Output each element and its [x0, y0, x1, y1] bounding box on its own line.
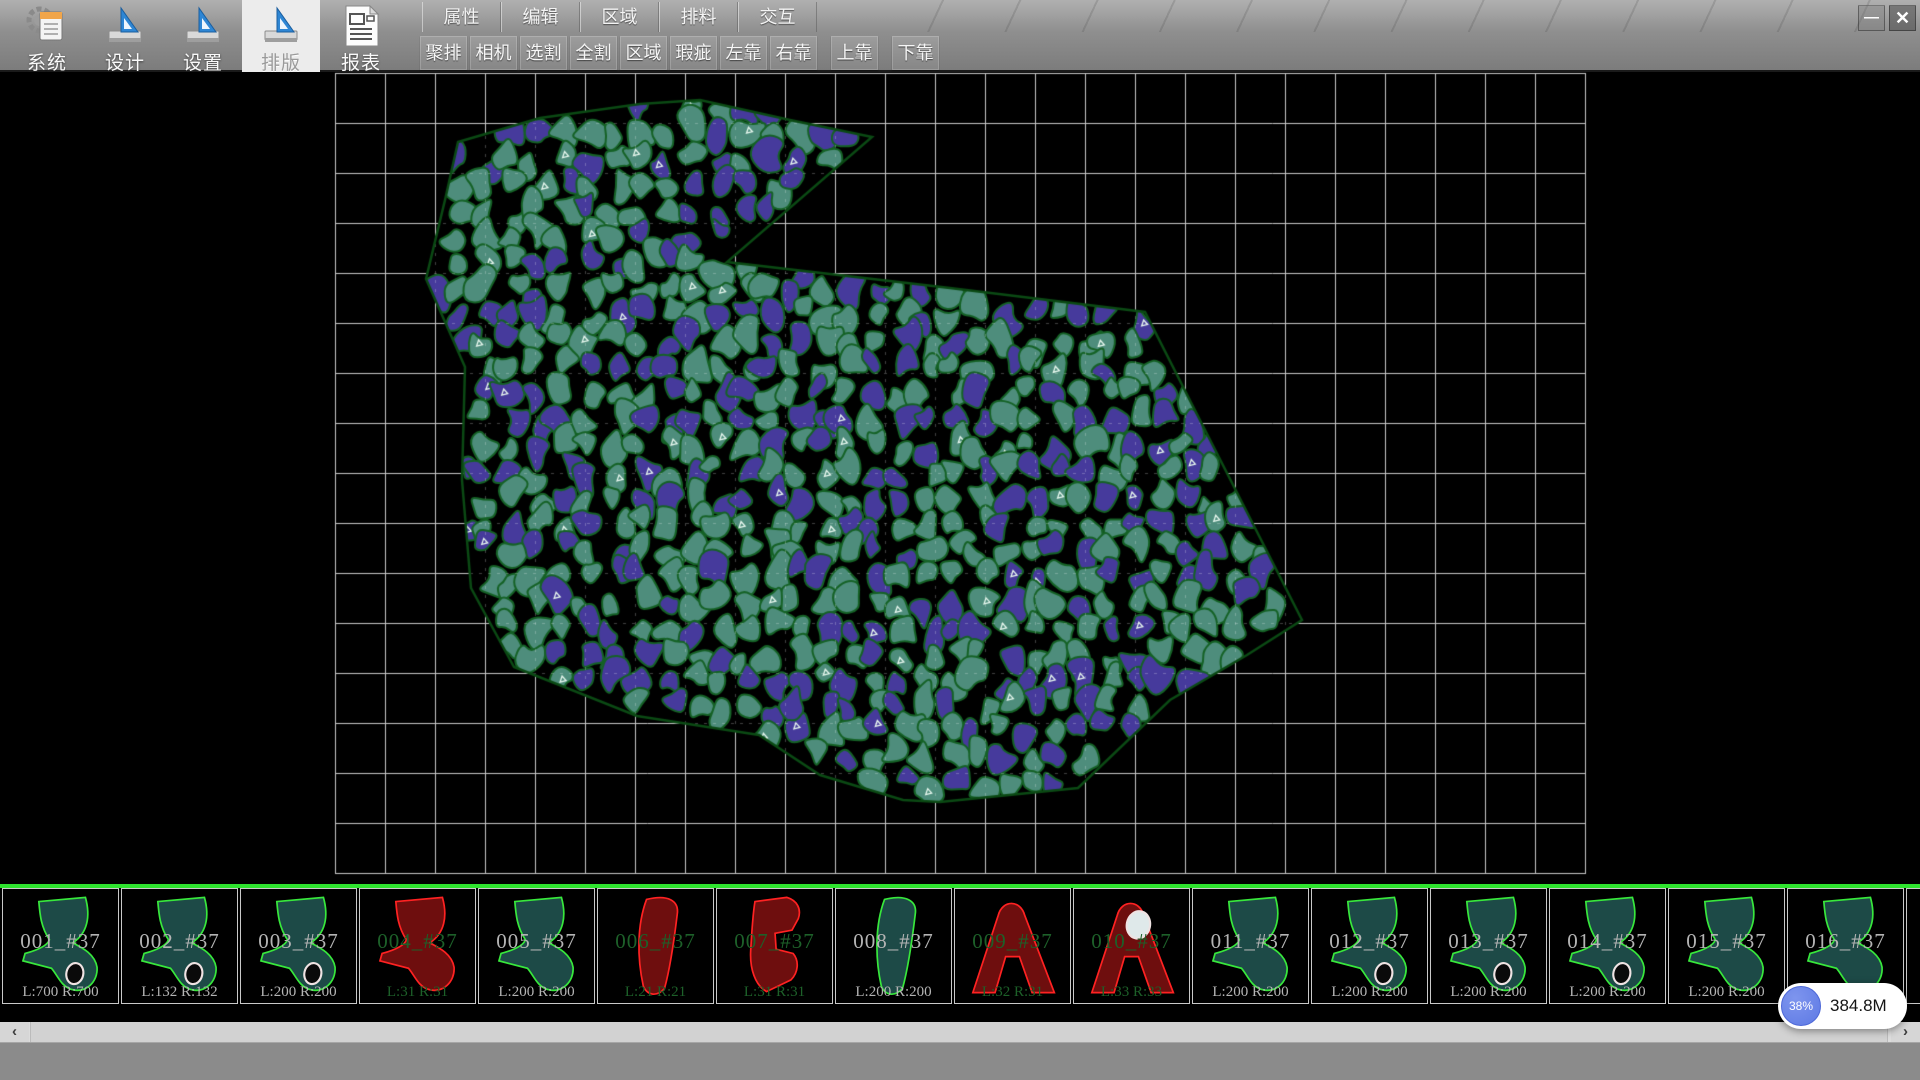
mode-label: 系统: [27, 48, 67, 75]
piece-lr-count-label: L:200 R:200: [241, 984, 356, 1001]
nesting-canvas[interactable]: [0, 72, 1920, 884]
close-button[interactable]: ✕: [1889, 5, 1916, 31]
horizontal-scrollbar[interactable]: ‹ ›: [0, 1022, 1920, 1042]
window-controls: — ✕: [1854, 5, 1916, 31]
menu-item-interact[interactable]: 交互: [738, 2, 817, 32]
piece-id-label: 010_#37: [1074, 929, 1189, 954]
piece-thumbnail[interactable]: 007_#37 L:31 R:31: [716, 888, 833, 1004]
toolbar: 系统设计设置排版报表 属性编辑区域排料交互 聚排相机选割全割区域瑕疵左靠右靠上靠…: [0, 0, 1920, 72]
piece-id-label: 009_#37: [955, 929, 1070, 954]
mode-button-layout[interactable]: 排版: [242, 0, 320, 72]
piece-id-label: 003_#37: [241, 929, 356, 954]
menu-item-edit[interactable]: 编辑: [501, 2, 580, 32]
mode-button-design[interactable]: 设计: [86, 0, 164, 72]
mode-label: 排版: [261, 48, 301, 75]
minimize-button[interactable]: —: [1858, 5, 1885, 31]
piece-id-label: 016_#37: [1788, 929, 1903, 954]
piece-id-label: 007_#37: [717, 929, 832, 954]
piece-thumbnail[interactable]: 014_#37 L:200 R:200: [1549, 888, 1666, 1004]
system-icon: [24, 4, 70, 48]
memory-progress-badge[interactable]: 38% 384.8M: [1778, 983, 1907, 1029]
action-button-cluster-nest[interactable]: 聚排: [420, 36, 467, 70]
piece-lr-count-label: L:132 R:132: [122, 984, 237, 1001]
piece-lr-count-label: L:700 R:700: [3, 984, 118, 1001]
piece-id-label: 015_#37: [1669, 929, 1784, 954]
piece-lr-count-label: L:200 R:200: [479, 984, 594, 1001]
piece-thumbnail[interactable]: 009_#37 L:32 R:31: [954, 888, 1071, 1004]
piece-lr-count-label: L:32 R:31: [955, 984, 1070, 1001]
piece-thumbnail[interactable]: 015_#37 L:200 R:200: [1668, 888, 1785, 1004]
piece-lr-count-label: L:200 R:200: [1193, 984, 1308, 1001]
piece-thumbnail[interactable]: 001_#37 L:700 R:700: [2, 888, 119, 1004]
piece-thumbnail-strip: 001_#37L:700 R:700002_#37L:132 R:132003_…: [0, 884, 1920, 1005]
piece-id-label: 002_#37: [122, 929, 237, 954]
action-bar: 聚排相机选割全割区域瑕疵左靠右靠上靠下靠: [420, 36, 942, 70]
application-window: 系统设计设置排版报表 属性编辑区域排料交互 聚排相机选割全割区域瑕疵左靠右靠上靠…: [0, 0, 1920, 1080]
piece-id-label: 013_#37: [1431, 929, 1546, 954]
ruler-icon: [102, 4, 148, 48]
mode-button-settings[interactable]: 设置: [164, 0, 242, 72]
piece-thumbnail[interactable]: 013_#37 L:200 R:200: [1430, 888, 1547, 1004]
ruler-icon: [258, 4, 304, 48]
piece-thumbnail[interactable]: 012_#37 L:200 R:200: [1311, 888, 1428, 1004]
piece-lr-count-label: L:31 R:31: [360, 984, 475, 1001]
action-button-align-right[interactable]: 右靠: [770, 36, 817, 70]
action-button-align-top[interactable]: 上靠: [831, 36, 878, 70]
piece-lr-count-label: L:21 R:21: [598, 984, 713, 1001]
mode-button-system[interactable]: 系统: [8, 0, 86, 72]
piece-thumbnail[interactable]: 010_#37 L:33 R:33: [1073, 888, 1190, 1004]
piece-lr-count-label: L:200 R:200: [836, 984, 951, 1001]
mode-label: 设置: [183, 48, 223, 75]
piece-id-label: 001_#37: [3, 929, 118, 954]
piece-thumbnail[interactable]: 011_#37 L:200 R:200: [1192, 888, 1309, 1004]
piece-id-label: 012_#37: [1312, 929, 1427, 954]
piece-id-label: 011_#37: [1193, 929, 1308, 954]
piece-thumbnail[interactable]: 005_#37 L:200 R:200: [478, 888, 595, 1004]
scrollbar-thumb[interactable]: [30, 1022, 1888, 1042]
piece-id-label: 0: [1907, 929, 1920, 954]
action-button-cut-all[interactable]: 全割: [570, 36, 617, 70]
menu-item-nesting[interactable]: 排料: [659, 2, 738, 32]
piece-thumbnail[interactable]: 002_#37 L:132 R:132: [121, 888, 238, 1004]
action-button-region[interactable]: 区域: [620, 36, 667, 70]
nesting-workspace[interactable]: [0, 72, 1920, 884]
menu-bar: 属性编辑区域排料交互: [422, 2, 817, 32]
action-button-camera[interactable]: 相机: [470, 36, 517, 70]
piece-lr-count-label: L:: [1907, 984, 1920, 1001]
mode-button-report[interactable]: 报表: [322, 0, 400, 72]
piece-thumbnail[interactable]: 008_#37 L:200 R:200: [835, 888, 952, 1004]
piece-lr-count-label: L:200 R:200: [1550, 984, 1665, 1001]
report-icon: [338, 4, 384, 48]
toolbar-decoration: [900, 0, 1920, 32]
mode-label: 设计: [105, 48, 145, 75]
piece-id-label: 008_#37: [836, 929, 951, 954]
action-button-select-cut[interactable]: 选割: [520, 36, 567, 70]
action-button-defect[interactable]: 瑕疵: [670, 36, 717, 70]
piece-id-label: 014_#37: [1550, 929, 1665, 954]
menu-item-properties[interactable]: 属性: [422, 2, 501, 32]
progress-percent-icon: 38%: [1781, 986, 1821, 1026]
piece-lr-count-label: L:200 R:200: [1431, 984, 1546, 1001]
ruler-icon: [180, 4, 226, 48]
piece-id-label: 006_#37: [598, 929, 713, 954]
action-button-align-left[interactable]: 左靠: [720, 36, 767, 70]
piece-thumbnail[interactable]: 004_#37 L:31 R:31: [359, 888, 476, 1004]
piece-id-label: 005_#37: [479, 929, 594, 954]
piece-lr-count-label: L:200 R:200: [1312, 984, 1427, 1001]
piece-thumbnail[interactable]: 003_#37 L:200 R:200: [240, 888, 357, 1004]
piece-thumbnail[interactable]: 0 L:: [1906, 888, 1920, 1004]
piece-id-label: 004_#37: [360, 929, 475, 954]
piece-thumbnail[interactable]: 006_#37 L:21 R:21: [597, 888, 714, 1004]
scroll-left-arrow-icon[interactable]: ‹: [0, 1022, 29, 1042]
menu-item-region[interactable]: 区域: [580, 2, 659, 32]
piece-lr-count-label: L:31 R:31: [717, 984, 832, 1001]
status-bar: [0, 1042, 1920, 1080]
memory-size-label: 384.8M: [1830, 983, 1887, 1029]
piece-lr-count-label: L:200 R:200: [1669, 984, 1784, 1001]
mode-label: 报表: [341, 48, 381, 75]
action-button-align-bottom[interactable]: 下靠: [892, 36, 939, 70]
piece-lr-count-label: L:33 R:33: [1074, 984, 1189, 1001]
